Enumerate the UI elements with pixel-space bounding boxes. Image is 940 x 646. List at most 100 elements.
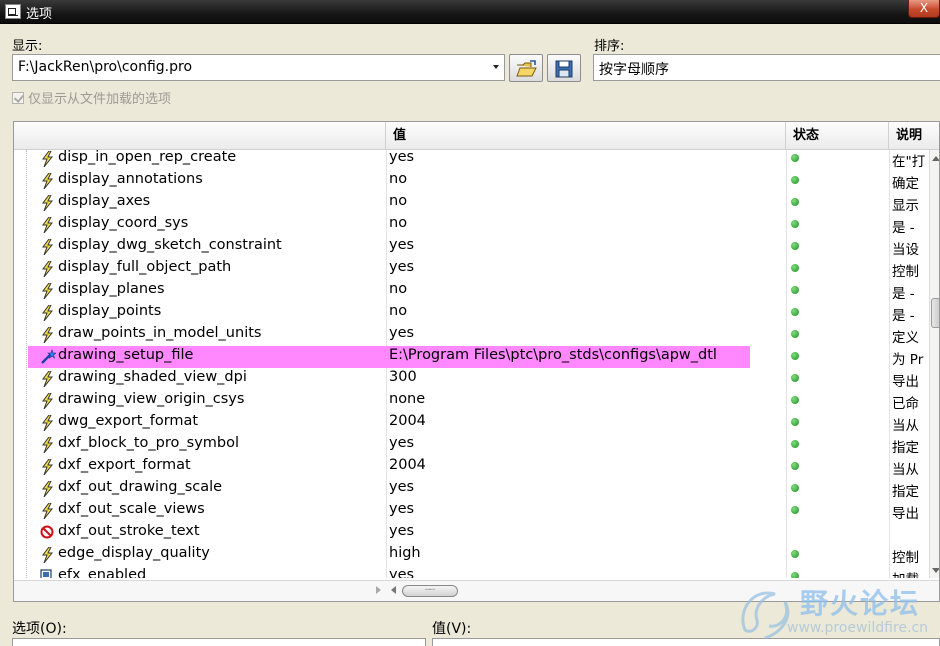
option-description: 确定	[892, 176, 919, 192]
lightning-icon	[40, 502, 54, 520]
column-name[interactable]	[14, 122, 386, 150]
option-name: display_axes	[58, 193, 151, 209]
status-dot-icon	[791, 506, 799, 514]
title-bar: 选项 X	[0, 0, 940, 24]
option-value: 2004	[389, 413, 426, 429]
option-row[interactable]: edge_display_quality high 控制	[14, 544, 939, 566]
option-row[interactable]: dxf_out_scale_views yes 导出	[14, 500, 939, 522]
status-dot-icon	[791, 440, 799, 448]
option-row[interactable]: drawing_setup_file E:\Program Files\ptc\p…	[14, 346, 939, 368]
option-name: display_planes	[58, 281, 165, 297]
option-name: dxf_out_drawing_scale	[58, 479, 223, 495]
option-value: no	[389, 215, 408, 231]
lightning-icon	[40, 546, 54, 564]
option-name: drawing_setup_file	[58, 347, 194, 363]
option-row[interactable]: display_full_object_path yes 控制	[14, 258, 939, 280]
option-description: 当设	[892, 242, 919, 258]
option-value: no	[389, 281, 408, 297]
status-dot-icon	[791, 176, 799, 184]
horizontal-scroll-thumb[interactable]: ┈┈	[402, 585, 458, 597]
status-dot-icon	[791, 220, 799, 228]
window-icon	[5, 4, 21, 19]
lightning-icon	[40, 216, 54, 234]
option-name: dwg_export_format	[58, 413, 199, 429]
display-path-combo[interactable]: F:\JackRen\pro\config.pro	[12, 54, 505, 81]
option-name: edge_display_quality	[58, 545, 210, 561]
option-name: display_full_object_path	[58, 259, 232, 275]
option-value: yes	[389, 501, 415, 517]
option-value: yes	[389, 523, 415, 539]
status-dot-icon	[791, 154, 799, 162]
option-name: display_points	[58, 303, 162, 319]
option-input[interactable]	[12, 638, 426, 646]
option-name: drawing_shaded_view_dpi	[58, 369, 247, 385]
option-description: 是 -	[892, 308, 915, 324]
option-description: 指定	[892, 484, 919, 500]
option-value: no	[389, 193, 408, 209]
option-row[interactable]: disp_in_open_rep_create yes 在"打	[14, 150, 939, 170]
lightning-icon	[40, 326, 54, 344]
option-name: display_annotations	[58, 171, 203, 187]
column-status[interactable]: 状态	[786, 122, 889, 150]
status-dot-icon	[791, 396, 799, 404]
option-row[interactable]: display_dwg_sketch_constraint yes 当设	[14, 236, 939, 258]
option-row[interactable]: drawing_shaded_view_dpi 300 导出	[14, 368, 939, 390]
lightning-icon	[40, 436, 54, 454]
vertical-scrollbar[interactable]	[929, 150, 939, 578]
option-row[interactable]: efx_enabled yes 加载	[14, 566, 939, 578]
sort-combo[interactable]: 按字母顺序	[593, 54, 940, 81]
close-button[interactable]: X	[908, 0, 940, 18]
magic-wand-icon	[40, 349, 57, 365]
lightning-icon	[40, 282, 54, 300]
option-row[interactable]: display_points no 是 -	[14, 302, 939, 324]
option-row[interactable]: dxf_out_drawing_scale yes 指定	[14, 478, 939, 500]
option-row[interactable]: display_axes no 显示	[14, 192, 939, 214]
option-name: efx_enabled	[58, 567, 147, 578]
sort-label: 排序:	[594, 39, 625, 54]
status-dot-icon	[791, 374, 799, 382]
scroll-up-icon[interactable]	[932, 156, 939, 161]
option-row[interactable]: display_planes no 是 -	[14, 280, 939, 302]
page-icon	[40, 569, 54, 578]
lightning-icon	[40, 238, 54, 256]
option-description: 当从	[892, 462, 919, 478]
option-description: 定义	[892, 330, 919, 346]
vertical-scroll-thumb[interactable]	[931, 298, 939, 328]
save-file-button[interactable]	[547, 54, 581, 82]
option-row[interactable]: display_coord_sys no 是 -	[14, 214, 939, 236]
option-name: draw_points_in_model_units	[58, 325, 262, 341]
option-row[interactable]: dxf_export_format 2004 当从	[14, 456, 939, 478]
status-dot-icon	[791, 418, 799, 426]
column-value[interactable]: 值	[386, 122, 786, 150]
lightning-icon	[40, 414, 54, 432]
only-loaded-checkbox[interactable]: 仅显示从文件加载的选项	[12, 88, 171, 107]
chevron-down-icon[interactable]	[493, 65, 499, 69]
checkbox-icon[interactable]	[12, 92, 24, 104]
open-file-button[interactable]	[509, 54, 543, 82]
lightning-icon	[40, 260, 54, 278]
option-row[interactable]: dxf_block_to_pro_symbol yes 指定	[14, 434, 939, 456]
option-row[interactable]: draw_points_in_model_units yes 定义	[14, 324, 939, 346]
lightning-icon	[40, 480, 54, 498]
option-row[interactable]: display_annotations no 确定	[14, 170, 939, 192]
option-value: yes	[389, 150, 415, 165]
scroll-left-icon[interactable]	[391, 586, 396, 594]
option-value: yes	[389, 259, 415, 275]
column-desc[interactable]: 说明	[889, 122, 939, 150]
status-dot-icon	[791, 242, 799, 250]
lightning-icon	[40, 194, 54, 212]
option-description: 为 Pr	[892, 352, 924, 368]
display-path-value: F:\JackRen\pro\config.pro	[18, 59, 193, 75]
option-row[interactable]: dxf_out_stroke_text yes	[14, 522, 939, 544]
value-label: 值(V):	[432, 621, 472, 637]
option-value: yes	[389, 479, 415, 495]
folder-open-icon	[516, 60, 537, 77]
option-value: yes	[389, 567, 415, 578]
status-dot-icon	[791, 308, 799, 316]
scroll-right-icon[interactable]	[376, 586, 381, 594]
option-row[interactable]: drawing_view_origin_csys none 已命	[14, 390, 939, 412]
options-list[interactable]: 值 状态 说明 disp_in_open_rep_create yes 在"打 dis…	[13, 121, 940, 602]
option-description: 加载	[892, 568, 932, 578]
scroll-down-icon[interactable]	[932, 568, 939, 573]
option-row[interactable]: dwg_export_format 2004 当从	[14, 412, 939, 434]
